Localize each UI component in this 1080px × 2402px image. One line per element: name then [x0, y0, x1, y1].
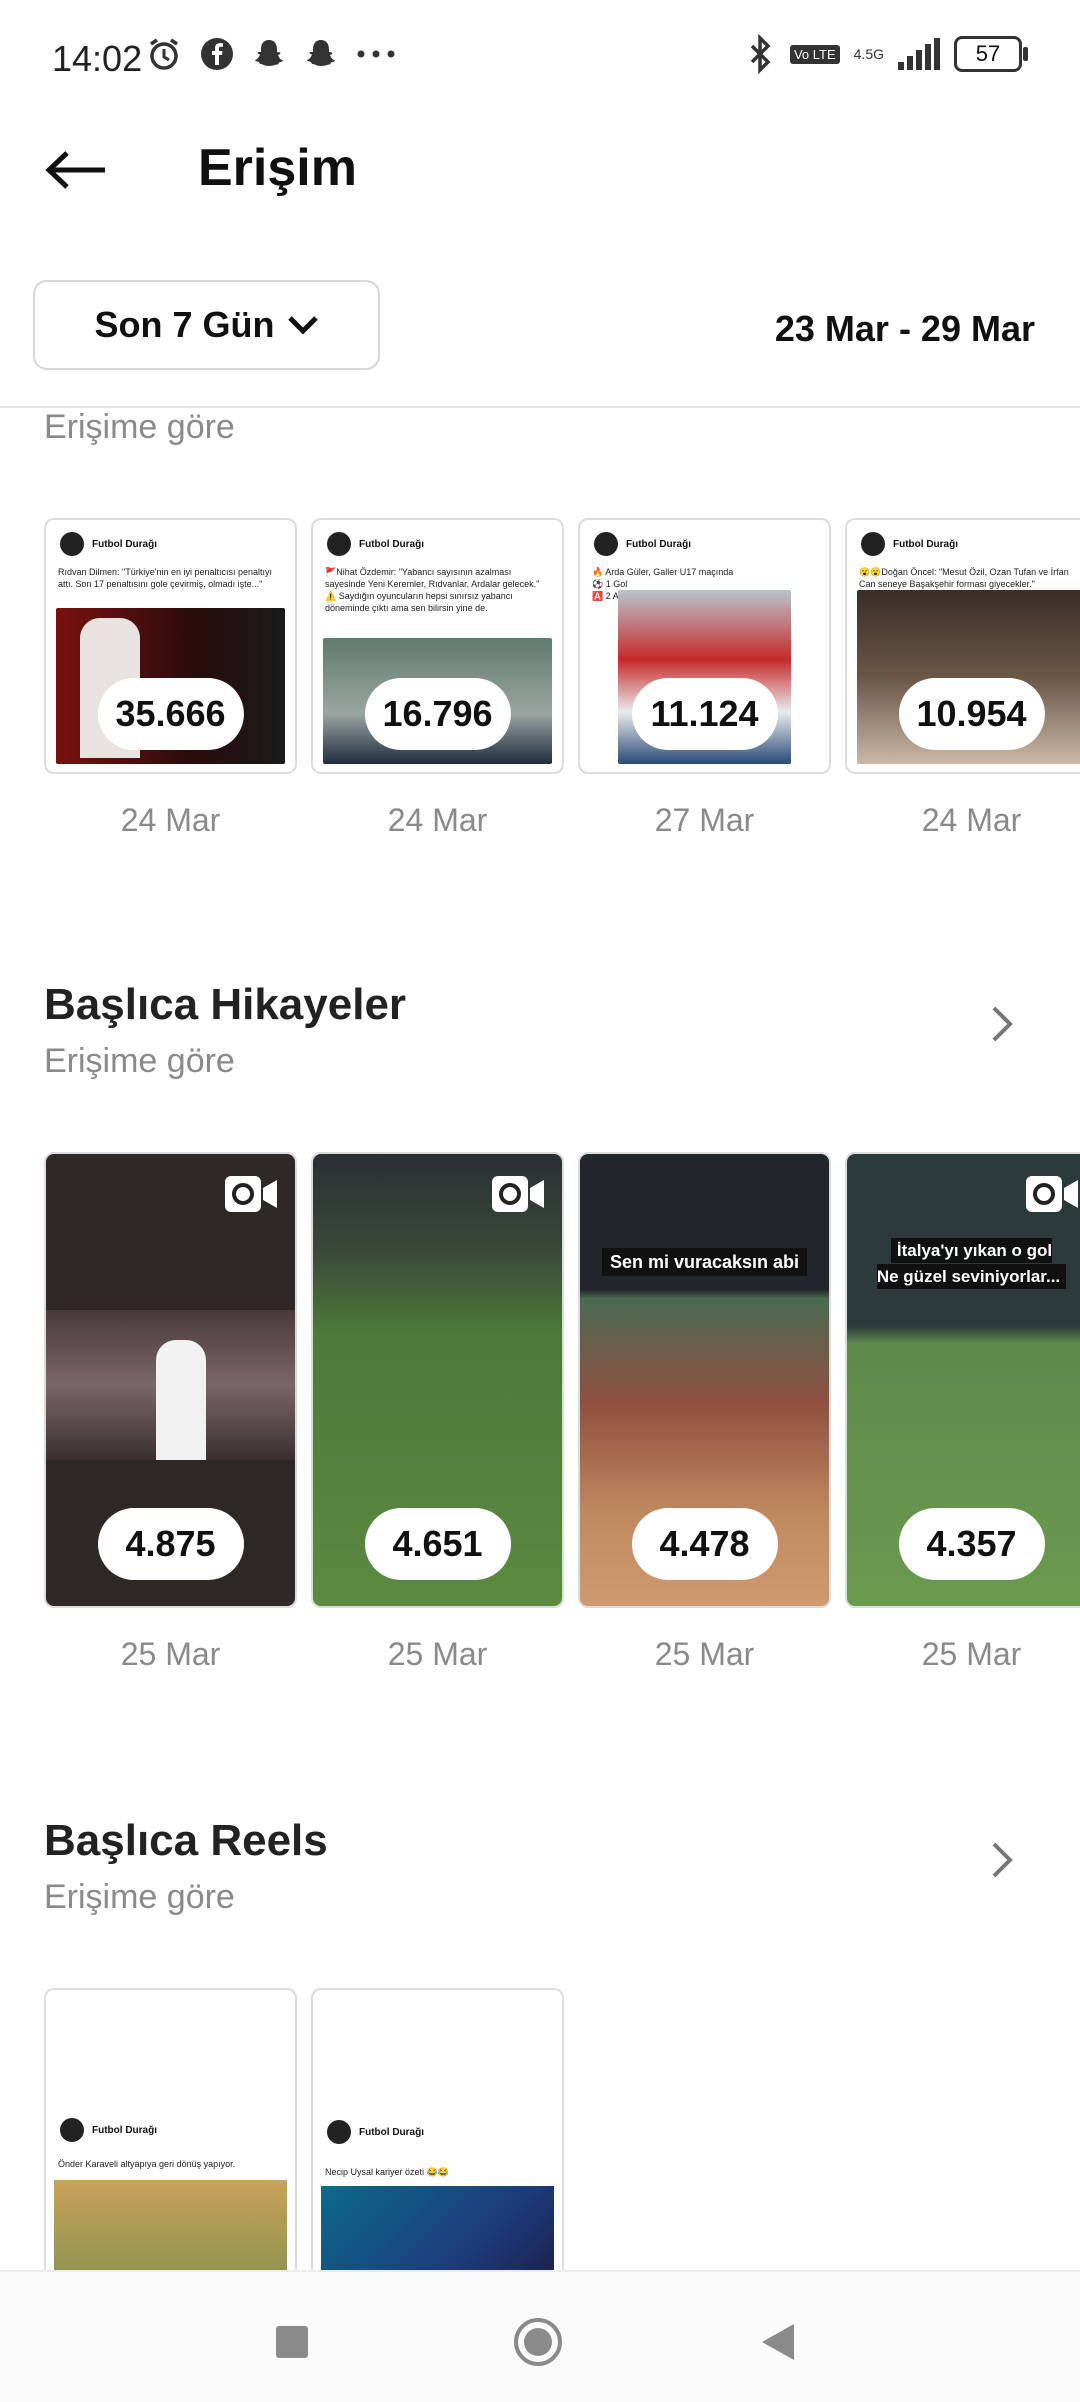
account-avatar [327, 532, 351, 556]
post-caption: 😮😮Doğan Öncel: "Mesut Özil, Ozan Tufan v… [859, 567, 1069, 589]
story-image-figure [156, 1340, 206, 1460]
post-date: 24 Mar [387, 802, 488, 838]
video-camera-icon [1026, 1176, 1078, 1212]
more-dots-icon [357, 50, 395, 58]
volte-badge: Vo LTE [789, 44, 840, 64]
system-navigation-bar [0, 2270, 1080, 2402]
post-card[interactable]: Futbol Durağı Rıdvan Dilmen: "Türkiye'ni… [44, 518, 297, 774]
posts-section-subtitle: Erişime göre [44, 408, 235, 446]
reach-value: 4.357 [898, 1508, 1045, 1580]
reach-value: 16.796 [364, 678, 511, 750]
video-camera-icon [225, 1176, 277, 1212]
story-card[interactable]: 4.875 [44, 1152, 297, 1608]
post-caption: 🚩Nihat Özdemir: "Yabancı sayısının azalm… [325, 567, 540, 613]
back-nav-button[interactable] [748, 2312, 808, 2372]
story-card[interactable]: Sen mi vuracaksın abi 4.478 [578, 1152, 831, 1608]
reel-header: Futbol Durağı [60, 2118, 157, 2142]
reel-caption: Önder Karaveli altyapıya geri dönüş yapı… [58, 2159, 236, 2169]
battery-icon: 57 [954, 36, 1028, 72]
status-bar: 14:02 Vo LTE 4.5G 57 [0, 0, 1080, 120]
stories-section-title: Başlıca Hikayeler [44, 980, 407, 1029]
story-card[interactable]: 4.651 [311, 1152, 564, 1608]
story-card[interactable]: İtalya'yı yıkan o gol Ne güzel seviniyor… [845, 1152, 1080, 1608]
recents-nav-icon [276, 2326, 308, 2358]
story-date: 25 Mar [387, 1636, 488, 1672]
account-name: Futbol Durağı [92, 2124, 157, 2136]
system-status-icons: Vo LTE 4.5G 57 [746, 34, 1028, 74]
reach-value: 4.651 [364, 1508, 511, 1580]
page-title: Erişim [198, 139, 357, 197]
insights-scroll-area[interactable]: Erişime göre Futbol Durağı Rıdvan Dilmen… [0, 408, 1080, 2270]
story-image [46, 1310, 295, 1460]
account-avatar [594, 532, 618, 556]
date-range-text: 23 Mar - 29 Mar [774, 308, 1035, 349]
account-name: Futbol Durağı [359, 538, 424, 550]
story-overlay-text: İtalya'yı yıkan o gol Ne güzel seviniyor… [876, 1238, 1067, 1289]
post-card[interactable]: Futbol Durağı 🔥 Arda Güler, Galler U17 m… [578, 518, 831, 774]
chevron-right-icon[interactable] [982, 1004, 1022, 1044]
video-camera-icon [492, 1176, 544, 1212]
post-card[interactable]: Futbol Durağı 😮😮Doğan Öncel: "Mesut Özil… [845, 518, 1080, 774]
story-overlay: İtalya'yı yıkan o gol Ne güzel seviniyor… [847, 1238, 1080, 1290]
reel-caption: Necip Uysal kariyer özeti 😂😂 [325, 2167, 449, 2177]
status-time: 14:02 [52, 38, 143, 79]
account-avatar [327, 2120, 351, 2144]
story-overlay: Sen mi vuracaksın abi [580, 1248, 829, 1276]
reel-image [54, 2180, 287, 2270]
post-caption: Rıdvan Dilmen: "Türkiye'nin en iyi penal… [58, 567, 273, 589]
post-card[interactable]: Futbol Durağı 🚩Nihat Özdemir: "Yabancı s… [311, 518, 564, 774]
network-type: 4.5G [853, 46, 884, 62]
account-name: Futbol Durağı [92, 538, 157, 550]
signal-icon [898, 38, 940, 70]
facebook-icon [201, 38, 233, 70]
account-name: Futbol Durağı [626, 538, 691, 550]
chevron-right-icon[interactable] [982, 1840, 1022, 1880]
post-header: Futbol Durağı [60, 532, 157, 556]
chevron-down-icon [287, 316, 318, 335]
reels-section-title: Başlıca Reels [44, 1816, 328, 1865]
account-avatar [60, 532, 84, 556]
reel-image [321, 2186, 554, 2270]
reach-value: 4.478 [631, 1508, 778, 1580]
bluetooth-icon [750, 34, 771, 74]
account-name: Futbol Durağı [359, 2126, 424, 2138]
top-app-bar: Erişim [0, 120, 1080, 220]
post-date: 24 Mar [120, 802, 221, 838]
story-date: 25 Mar [654, 1636, 755, 1672]
date-range-dropdown[interactable]: Son 7 Gün [33, 280, 380, 370]
reel-header: Futbol Durağı [327, 2120, 424, 2144]
alarm-icon [150, 38, 178, 70]
post-date: 24 Mar [921, 802, 1022, 838]
snapchat-icon [307, 40, 335, 66]
reach-value: 10.954 [898, 678, 1045, 750]
date-range-dropdown-label: Son 7 Gün [94, 304, 275, 345]
home-nav-button[interactable] [508, 2312, 568, 2372]
reel-card[interactable]: Futbol Durağı Necip Uysal kariyer özeti … [311, 1988, 564, 2270]
story-date: 25 Mar [120, 1636, 221, 1672]
snapchat-icon [255, 40, 283, 66]
post-date: 27 Mar [654, 802, 755, 838]
recents-nav-button[interactable] [262, 2312, 322, 2372]
post-header: Futbol Durağı [594, 532, 691, 556]
battery-level: 57 [975, 41, 1001, 66]
back-nav-icon [762, 2324, 794, 2360]
reach-value: 35.666 [97, 678, 244, 750]
account-avatar [861, 532, 885, 556]
story-date: 25 Mar [921, 1636, 1022, 1672]
reach-value: 11.124 [631, 678, 778, 750]
post-header: Futbol Durağı [327, 532, 424, 556]
account-avatar [60, 2118, 84, 2142]
account-name: Futbol Durağı [893, 538, 958, 550]
reels-section-subtitle: Erişime göre [44, 1878, 235, 1916]
stories-section-subtitle: Erişime göre [44, 1042, 235, 1080]
notification-icons [146, 36, 396, 72]
reach-value: 4.875 [97, 1508, 244, 1580]
post-header: Futbol Durağı [861, 532, 958, 556]
story-overlay-text: Sen mi vuracaksın abi [601, 1248, 808, 1276]
home-nav-icon [514, 2318, 562, 2366]
back-button[interactable] [40, 140, 110, 200]
reel-card[interactable]: Futbol Durağı Önder Karaveli altyapıya g… [44, 1988, 297, 2270]
back-arrow-icon [45, 151, 105, 189]
